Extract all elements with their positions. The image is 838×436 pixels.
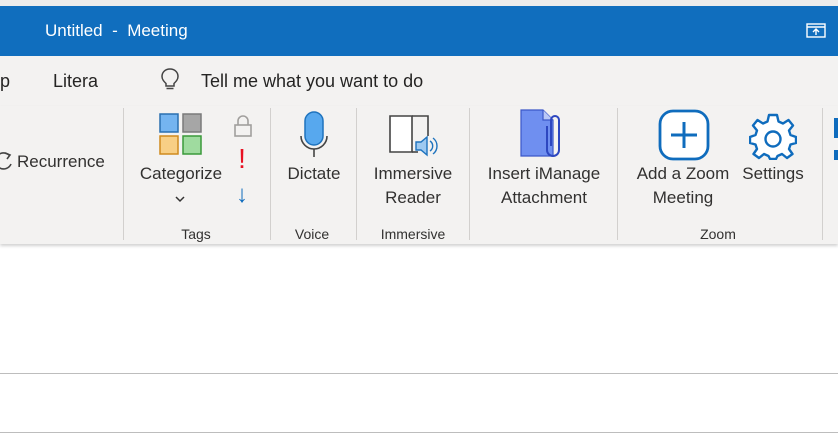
partial-overflow-icon [834, 150, 838, 160]
paperclip-document-icon[interactable] [517, 108, 571, 160]
immersive-group-label: Immersive [380, 226, 446, 242]
insert-imanage-label-2[interactable]: Attachment [474, 186, 614, 210]
microphone-icon[interactable] [299, 110, 329, 158]
tell-me-search[interactable]: Tell me what you want to do [201, 71, 423, 92]
low-importance-icon[interactable]: ↓ [231, 181, 253, 209]
insert-imanage-label-1[interactable]: Insert iManage [474, 162, 614, 186]
zoom-settings-button[interactable]: Settings [733, 162, 813, 186]
separator [617, 108, 618, 240]
window-title: Untitled - Meeting [45, 21, 188, 40]
separator [123, 108, 124, 240]
divider-line [0, 432, 838, 433]
lock-icon[interactable] [233, 114, 253, 138]
tags-group-label: Tags [181, 226, 211, 242]
categorize-button[interactable]: Categorize [131, 162, 231, 186]
high-importance-icon[interactable]: ! [235, 144, 249, 174]
restore-window-icon[interactable] [806, 23, 826, 38]
voice-group-label: Voice [294, 226, 330, 242]
divider-line [0, 373, 838, 374]
chevron-down-icon[interactable] [174, 191, 186, 203]
immersive-reader-label-1[interactable]: Immersive [364, 162, 462, 186]
dictate-button[interactable]: Dictate [274, 162, 354, 186]
add-zoom-meeting-label-1[interactable]: Add a Zoom [628, 162, 738, 186]
separator [356, 108, 357, 240]
add-zoom-meeting-icon[interactable] [658, 109, 710, 161]
zoom-group-label: Zoom [700, 226, 736, 242]
categorize-icon[interactable] [159, 113, 203, 155]
separator [469, 108, 470, 240]
recurrence-icon[interactable] [0, 150, 14, 172]
immersive-reader-label-2[interactable]: Reader [364, 186, 462, 210]
separator [822, 108, 823, 240]
separator [270, 108, 271, 240]
recurrence-button[interactable]: Recurrence [17, 150, 105, 174]
tab-partial[interactable]: p [0, 71, 10, 92]
tab-litera[interactable]: Litera [53, 71, 98, 92]
gear-icon[interactable] [748, 112, 798, 161]
lightbulb-icon[interactable] [160, 67, 180, 93]
partial-overflow-icon [834, 118, 838, 138]
add-zoom-meeting-label-2[interactable]: Meeting [628, 186, 738, 210]
immersive-reader-icon[interactable] [388, 112, 440, 158]
